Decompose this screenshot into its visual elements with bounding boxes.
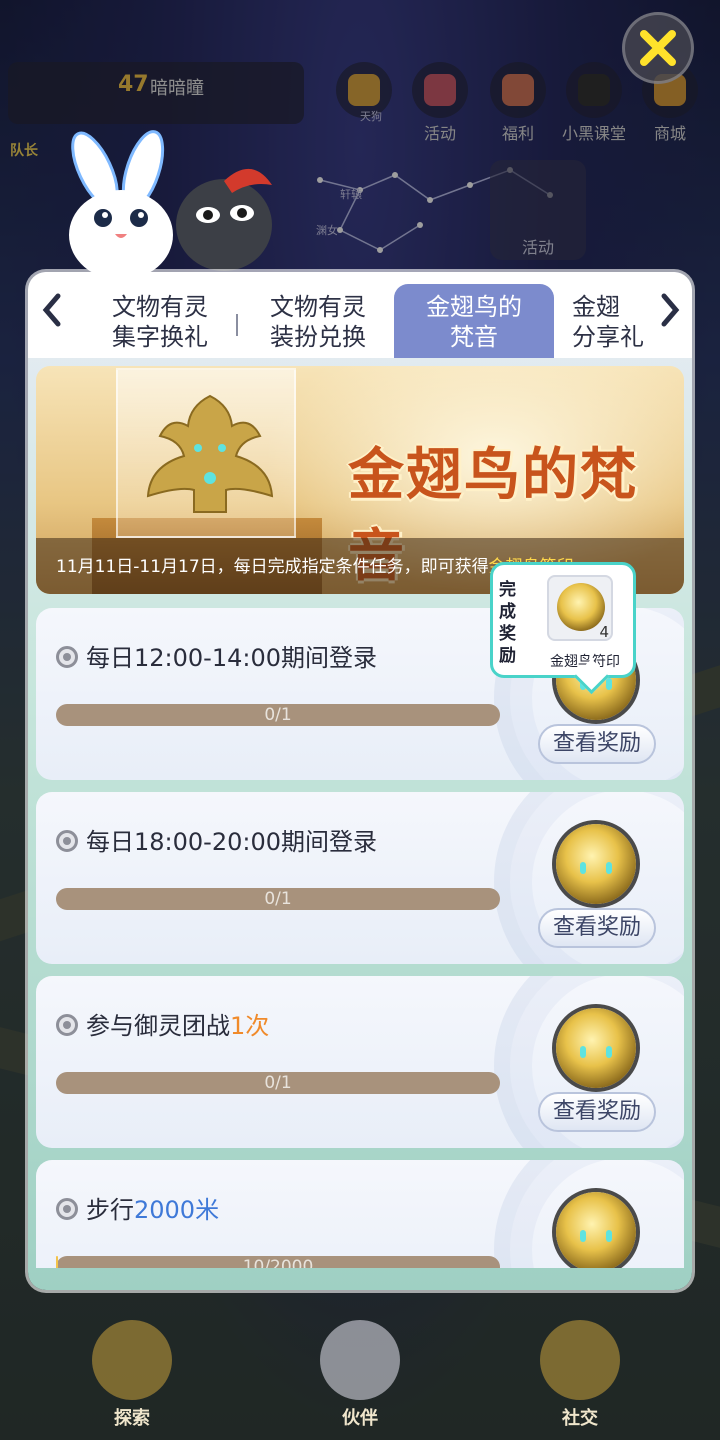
task-title-text: 参与御灵团战 <box>86 1012 230 1040</box>
dark-mascot <box>176 168 272 271</box>
nav-label: 社交 <box>562 1408 598 1429</box>
view-reward-button[interactable]: 查看奖励 <box>538 1092 656 1132</box>
golden-bird-statue <box>146 394 274 513</box>
view-reward-button[interactable]: 查看奖励 <box>538 908 656 948</box>
golden-bird-seal-icon[interactable] <box>556 1008 636 1088</box>
bullet-icon <box>56 646 78 668</box>
tab-golden-bird[interactable]: 金翅鸟的 梵音 <box>394 284 554 358</box>
task-progress-bar: 10/2000 <box>56 1256 500 1268</box>
progress-text: 0/1 <box>264 1073 292 1093</box>
golden-bird-seal-icon[interactable] <box>556 824 636 904</box>
bullet-icon <box>56 1198 78 1220</box>
task-title: 每日12:00-14:00期间登录 <box>86 638 377 673</box>
chevron-left-icon <box>42 293 61 327</box>
nav-explore[interactable]: 探索 <box>72 1300 192 1430</box>
tab-dressup-exchange[interactable]: 文物有灵 装扮兑换 <box>238 284 398 358</box>
tab-share-clip: 金翅 分享礼 <box>572 284 662 358</box>
tab-next-button[interactable] <box>650 290 690 340</box>
nav-label: 伙伴 <box>342 1408 378 1429</box>
nav-partner[interactable]: 伙伴 <box>300 1300 420 1430</box>
task-title-highlight: 2000米 <box>134 1196 220 1224</box>
nav-label: 探索 <box>114 1408 150 1429</box>
task-title-text: 每日12:00-14:00期间登录 <box>86 644 377 672</box>
tab-collect-characters[interactable]: 文物有灵 集字换礼 <box>80 284 240 358</box>
tab-share-gift[interactable]: 金翅 分享礼 <box>572 284 662 358</box>
reward-item-count: 4 <box>599 623 609 641</box>
task-progress-bar: 0/1 <box>56 888 500 910</box>
bullet-icon <box>56 1014 78 1036</box>
banner-description-text: 11月11日-11月17日，每日完成指定条件任务，即可获得 <box>56 557 489 577</box>
social-icon <box>540 1320 620 1400</box>
task-title-highlight: 1次 <box>230 1012 270 1040</box>
reward-item-slot[interactable]: 4 <box>547 575 613 641</box>
chevron-right-icon <box>661 293 680 327</box>
bullet-icon <box>56 830 78 852</box>
task-title-text: 步行 <box>86 1196 134 1224</box>
tab-bar: 文物有灵 集字换礼 文物有灵 装扮兑换 金翅鸟的 梵音 金翅 分享礼 <box>28 272 692 358</box>
task-card: 每日18:00-20:00期间登录 0/1 查看奖励 <box>36 792 684 964</box>
tab-prev-button[interactable] <box>32 290 72 340</box>
view-reward-button[interactable]: 查看奖励 <box>538 724 656 764</box>
event-panel: 文物有灵 集字换礼 文物有灵 装扮兑换 金翅鸟的 梵音 金翅 分享礼 金翅鸟的梵… <box>28 272 692 1290</box>
rabbit-mascot <box>69 130 173 280</box>
task-progress-bar: 0/1 <box>56 1072 500 1094</box>
reward-item-name: 金翅鸟符印 <box>550 654 620 670</box>
task-list[interactable]: 每日12:00-14:00期间登录 0/1 查看奖励 每日18:00-20:00… <box>36 608 684 1268</box>
explore-icon <box>92 1320 172 1400</box>
reward-tooltip: 完成奖励 4 金翅鸟符印 <box>490 562 636 678</box>
close-icon <box>640 30 676 66</box>
golden-bird-seal-icon[interactable] <box>556 1192 636 1268</box>
progress-text: 10/2000 <box>242 1257 314 1268</box>
partner-icon <box>320 1320 400 1400</box>
bottom-nav: 探索 伙伴 社交 <box>0 1290 720 1440</box>
task-card: 参与御灵团战1次 0/1 查看奖励 <box>36 976 684 1148</box>
progress-text: 0/1 <box>264 705 292 725</box>
task-title: 每日18:00-20:00期间登录 <box>86 822 377 857</box>
event-banner: 金翅鸟的梵音 11月11日-11月17日，每日完成指定条件任务，即可获得金翅鸟符… <box>36 366 684 594</box>
progress-text: 0/1 <box>264 889 292 909</box>
task-title: 参与御灵团战1次 <box>86 1006 269 1041</box>
nav-social[interactable]: 社交 <box>520 1300 640 1430</box>
task-title: 步行2000米 <box>86 1190 219 1225</box>
task-progress-bar: 0/1 <box>56 704 500 726</box>
close-button[interactable] <box>622 12 694 84</box>
task-title-text: 每日18:00-20:00期间登录 <box>86 828 377 856</box>
task-card: 步行2000米 10/2000 查看奖励 <box>36 1160 684 1268</box>
golden-bird-seal-icon <box>557 583 605 631</box>
tooltip-label: 完成奖励 <box>499 580 516 666</box>
